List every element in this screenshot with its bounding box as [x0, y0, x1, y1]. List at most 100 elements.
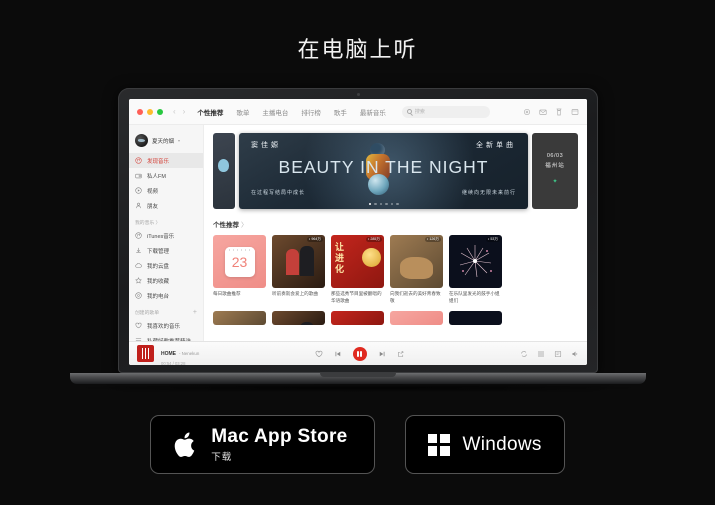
section-header-recommend[interactable]: 个性推荐〉 [213, 219, 578, 229]
recommend-card-list-second-row[interactable] [213, 310, 578, 325]
close-icon[interactable] [137, 108, 143, 115]
carousel-dot[interactable] [396, 202, 399, 205]
card-item[interactable] [213, 310, 266, 325]
lyrics-icon[interactable] [554, 350, 562, 358]
history-nav[interactable]: ‹ › [173, 107, 185, 116]
star-icon [135, 277, 142, 284]
playlist-icon[interactable] [537, 350, 545, 358]
sidebar-section-playlists[interactable]: 创建的歌单 + [129, 303, 203, 318]
next-icon[interactable] [378, 350, 386, 358]
sidebar-item-friends[interactable]: 朋友 [129, 198, 203, 213]
card-item[interactable]: 23 每日歌曲推荐 [213, 235, 266, 305]
card-thumbnail[interactable] [331, 310, 384, 325]
mac-app-store-button[interactable]: Mac App Store 下载 [150, 415, 375, 474]
card-item[interactable] [449, 310, 502, 325]
chevron-right-icon[interactable]: 〉 [241, 222, 248, 229]
tab-new-music[interactable]: 最新音乐 [360, 107, 386, 117]
window-icon[interactable] [571, 108, 579, 116]
player-right-controls[interactable] [520, 350, 579, 358]
laptop-mockup: ‹ › 个性推荐 歌单 主播电台 排行榜 歌手 最新音乐 搜索 夏天的烟 ▾ 发… [70, 88, 646, 392]
search-input[interactable]: 搜索 [401, 105, 490, 118]
sidebar-item-liked[interactable]: 我喜欢的音乐 [129, 318, 203, 333]
sidebar-label-friends: 朋友 [147, 203, 159, 210]
card-item[interactable] [390, 310, 443, 325]
banner-carousel[interactable]: 窦佳嫄 全新单曲 BEAUTY IN THE NIGHT 在过程写结局中成长 继… [213, 133, 578, 209]
card-thumbnail[interactable]: ♪ 126万 [390, 235, 443, 288]
carousel-dot[interactable] [374, 202, 377, 205]
sidebar-section-label-playlists: 创建的歌单 [135, 311, 159, 316]
sidebar-section-my-music[interactable]: 我的音乐 〉 [129, 213, 203, 228]
tab-artists[interactable]: 歌手 [334, 107, 347, 117]
sidebar-item-video[interactable]: 视频 [129, 183, 203, 198]
friends-icon [136, 202, 141, 209]
sidebar-item-fm[interactable]: 私人FM [129, 168, 203, 183]
carousel-dot[interactable] [368, 202, 371, 205]
card-item[interactable]: ♪ 126万 向我们逝去的美好青春致敬 [390, 235, 443, 305]
forward-arrow-icon[interactable]: › [183, 107, 186, 116]
heart-icon[interactable] [315, 350, 323, 358]
card-thumbnail[interactable]: 让进化 ♪ 285万 [331, 235, 384, 288]
carousel-dot[interactable] [385, 202, 388, 205]
repeat-icon[interactable] [520, 350, 528, 358]
minimize-icon[interactable] [147, 108, 153, 115]
card-thumbnail[interactable]: 23 [213, 235, 266, 288]
sidebar-item-cloud[interactable]: 我的云盘 [129, 258, 203, 273]
tab-playlists[interactable]: 歌单 [236, 107, 249, 117]
volume-icon[interactable] [571, 350, 579, 358]
card-thumbnail[interactable]: ♪ 53万 [449, 235, 502, 288]
maximize-icon[interactable] [157, 108, 163, 115]
primary-nav[interactable]: 个性推荐 歌单 主播电台 排行榜 歌手 最新音乐 [197, 107, 386, 117]
windows-button[interactable]: Windows [404, 415, 565, 474]
add-playlist-button[interactable]: + [193, 309, 197, 316]
sidebar-item-itunes[interactable]: iTunes音乐 [129, 228, 203, 243]
share-icon[interactable] [397, 350, 405, 358]
sidebar-item-downloads[interactable]: 下载管理 [129, 243, 203, 258]
card-item[interactable]: ♪ 53万 在乐队里发光的鼓手小姐姐们 [449, 235, 502, 305]
card-item[interactable] [331, 310, 384, 325]
card-item[interactable] [272, 310, 325, 325]
star-icon: ✦ [552, 179, 558, 185]
track-name: HOME [161, 350, 176, 357]
skin-icon[interactable] [555, 108, 563, 116]
card-thumbnail[interactable] [213, 310, 266, 325]
sidebar-label-discover: 发现音乐 [147, 158, 170, 165]
tab-radio[interactable]: 主播电台 [262, 107, 288, 117]
sidebar-label-my-radio: 我的电台 [147, 293, 170, 300]
windows-button-text: Windows [463, 434, 542, 456]
sidebar-item-favorites[interactable]: 我的收藏 [129, 273, 203, 288]
card-thumbnail[interactable] [390, 310, 443, 325]
recommend-card-list[interactable]: 23 每日歌曲推荐 ♪ 964万 听前奏就会爱上的歌曲 让 进 化 ♪ 285万… [213, 235, 578, 305]
window-controls[interactable] [137, 108, 163, 115]
banner-artist: 窦佳嫄 [251, 142, 281, 149]
sidebar-item-playlist-2[interactable]: 私藏好歌推荐精选 [129, 333, 203, 341]
user-profile[interactable]: 夏天的烟 ▾ [129, 131, 203, 153]
pause-icon[interactable] [352, 346, 367, 361]
tab-charts[interactable]: 排行榜 [301, 107, 321, 117]
player-controls[interactable] [315, 346, 405, 361]
banner-title: BEAUTY IN THE NIGHT [278, 157, 489, 177]
chevron-down-icon[interactable]: ▾ [178, 138, 180, 143]
calendar-day: 23 [231, 253, 248, 270]
gear-icon[interactable] [523, 108, 531, 116]
tab-recommend[interactable]: 个性推荐 [197, 107, 223, 117]
sidebar-item-my-radio[interactable]: 我的电台 [129, 288, 203, 303]
titlebar-icons[interactable] [523, 108, 579, 116]
banner-prev-thumb[interactable] [213, 133, 235, 209]
card-thumbnail[interactable]: ♪ 964万 [272, 235, 325, 288]
card-item[interactable]: 让进化 ♪ 285万 那些选秀节目里被翻唱的华语歌曲 [331, 235, 384, 305]
play-count-badge: ♪ 53万 [485, 237, 500, 242]
banner-active-slide[interactable]: 窦佳嫄 全新单曲 BEAUTY IN THE NIGHT 在过程写结局中成长 继… [239, 133, 528, 209]
album-cover[interactable] [137, 345, 154, 362]
back-arrow-icon[interactable]: ‹ [173, 107, 176, 116]
carousel-dot[interactable] [390, 202, 393, 205]
sidebar-item-discover[interactable]: 发现音乐 [129, 153, 203, 168]
previous-icon[interactable] [334, 350, 342, 358]
card-item[interactable]: ♪ 964万 听前奏就会爱上的歌曲 [272, 235, 325, 305]
carousel-dots[interactable] [239, 202, 528, 205]
carousel-dot[interactable] [379, 202, 382, 205]
card-thumbnail[interactable] [449, 310, 502, 325]
app-body: 夏天的烟 ▾ 发现音乐 私人FM 视频 朋友 我的音乐 〉 iTunes音乐 下… [129, 125, 587, 341]
card-thumbnail[interactable] [272, 310, 325, 325]
mail-icon[interactable] [539, 108, 547, 116]
banner-next-thumb[interactable]: 06/03 福州站 ✦ [532, 133, 578, 209]
